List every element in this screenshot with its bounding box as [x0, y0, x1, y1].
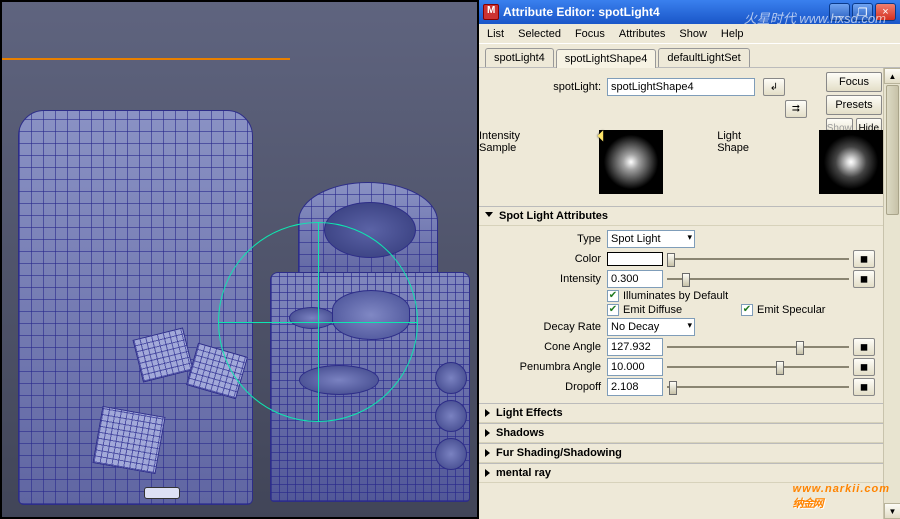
type-dropdown[interactable]: Spot Light — [607, 230, 695, 248]
node-name-field[interactable] — [607, 78, 755, 96]
mesh-handle — [144, 487, 180, 499]
section-header-shadows[interactable]: Shadows — [479, 424, 883, 443]
illuminates-checkbox[interactable]: ✔ — [607, 290, 619, 302]
type-label: Type — [487, 233, 607, 245]
map-button[interactable]: ◼ — [853, 270, 875, 288]
select-node-button[interactable]: ↲ — [763, 78, 785, 96]
attribute-editor-window: Attribute Editor: spotLight4 _ ❐ × List … — [479, 0, 900, 519]
map-button[interactable]: ◼ — [853, 378, 875, 396]
disclosure-triangle-icon — [485, 469, 490, 477]
section-header-fur-shading[interactable]: Fur Shading/Shadowing — [479, 444, 883, 463]
node-name-label: spotLight: — [485, 81, 607, 93]
disclosure-triangle-icon — [485, 212, 493, 221]
light-shape: Light Shape — [717, 130, 765, 194]
menu-show[interactable]: Show — [679, 28, 707, 40]
attribute-content: Focus Presets Show Hide spotLight: ↲ ⮆ I… — [479, 68, 900, 519]
penumbra-label: Penumbra Angle — [487, 361, 607, 373]
mesh-stove-knobs — [430, 356, 472, 486]
spotlight-manipulator-axis[interactable] — [318, 222, 319, 422]
close-button[interactable]: × — [875, 3, 896, 21]
presets-button[interactable]: Presets — [826, 95, 882, 115]
dropoff-slider[interactable] — [667, 379, 849, 395]
node-name-row: spotLight: ↲ — [479, 76, 883, 98]
cone-slider[interactable] — [667, 339, 849, 355]
penumbra-field[interactable] — [607, 358, 663, 376]
vertical-scrollbar[interactable]: ▲ ▼ — [883, 68, 900, 519]
intensity-field[interactable] — [607, 270, 663, 288]
intensity-slider[interactable] — [667, 271, 849, 287]
menu-selected[interactable]: Selected — [518, 28, 561, 40]
emit-diffuse-label: Emit Diffuse — [623, 304, 741, 316]
menu-help[interactable]: Help — [721, 28, 744, 40]
intensity-label: Intensity — [487, 273, 607, 285]
titlebar[interactable]: Attribute Editor: spotLight4 _ ❐ × — [479, 0, 900, 24]
node-tabs: spotLight4 spotLightShape4 defaultLightS… — [479, 44, 900, 68]
color-swatch[interactable] — [607, 252, 663, 266]
viewport-guide-line — [0, 58, 290, 60]
color-label: Color — [487, 253, 607, 265]
input-output-row: ⮆ — [479, 98, 883, 120]
menu-list[interactable]: List — [487, 28, 504, 40]
emit-diffuse-checkbox[interactable]: ✔ — [607, 304, 619, 316]
dropoff-field[interactable] — [607, 378, 663, 396]
map-button[interactable]: ◼ — [853, 250, 875, 268]
focus-button[interactable]: Focus — [826, 72, 882, 92]
intensity-sample-swatch[interactable] — [599, 130, 663, 194]
section-header-mental-ray[interactable]: mental ray — [479, 464, 883, 483]
section-spot-light-attrs: Spot Light Attributes Type Spot Light Co… — [479, 206, 883, 403]
preview-swatches: Intensity Sample Light Shape — [479, 120, 883, 206]
map-button[interactable]: ◼ — [853, 358, 875, 376]
viewport-3d[interactable] — [0, 0, 479, 519]
disclosure-triangle-icon — [485, 429, 490, 437]
intensity-sample-label: Intensity Sample — [479, 130, 545, 154]
decay-dropdown[interactable]: No Decay — [607, 318, 695, 336]
decay-label: Decay Rate — [487, 321, 607, 333]
illuminates-label: Illuminates by Default — [623, 290, 728, 302]
cone-field[interactable] — [607, 338, 663, 356]
section-header-spot[interactable]: Spot Light Attributes — [479, 207, 883, 226]
menu-attributes[interactable]: Attributes — [619, 28, 665, 40]
scroll-down-button[interactable]: ▼ — [884, 503, 900, 519]
maximize-button[interactable]: ❐ — [852, 3, 873, 21]
tab-spotlight4[interactable]: spotLight4 — [485, 48, 554, 67]
tab-defaultlightset[interactable]: defaultLightSet — [658, 48, 749, 67]
dropoff-label: Dropoff — [487, 381, 607, 393]
mesh-note — [92, 406, 165, 474]
section-header-light-effects[interactable]: Light Effects — [479, 404, 883, 423]
map-button[interactable]: ◼ — [853, 338, 875, 356]
tab-spotlightshape4[interactable]: spotLightShape4 — [556, 49, 657, 68]
emit-specular-label: Emit Specular — [757, 304, 825, 316]
section-title: Spot Light Attributes — [499, 210, 608, 222]
window-title: Attribute Editor: spotLight4 — [503, 5, 827, 19]
penumbra-slider[interactable] — [667, 359, 849, 375]
mesh-fridge[interactable] — [18, 110, 253, 505]
cursor-icon — [598, 125, 615, 142]
color-slider[interactable] — [667, 251, 849, 267]
app-icon — [483, 4, 499, 20]
menu-focus[interactable]: Focus — [575, 28, 605, 40]
scroll-thumb[interactable] — [886, 85, 899, 215]
disclosure-triangle-icon — [485, 449, 490, 457]
light-shape-label: Light Shape — [717, 130, 765, 154]
minimize-button[interactable]: _ — [829, 3, 850, 21]
disclosure-triangle-icon — [485, 409, 490, 417]
side-button-column: Focus Presets Show Hide — [826, 72, 882, 138]
io-connection-button[interactable]: ⮆ — [785, 100, 807, 118]
menubar: List Selected Focus Attributes Show Help — [479, 24, 900, 44]
cone-label: Cone Angle — [487, 341, 607, 353]
emit-specular-checkbox[interactable]: ✔ — [741, 304, 753, 316]
intensity-sample: Intensity Sample — [479, 130, 545, 194]
mesh-note — [132, 327, 193, 382]
scroll-up-button[interactable]: ▲ — [884, 68, 900, 84]
light-shape-swatch[interactable] — [819, 130, 883, 194]
